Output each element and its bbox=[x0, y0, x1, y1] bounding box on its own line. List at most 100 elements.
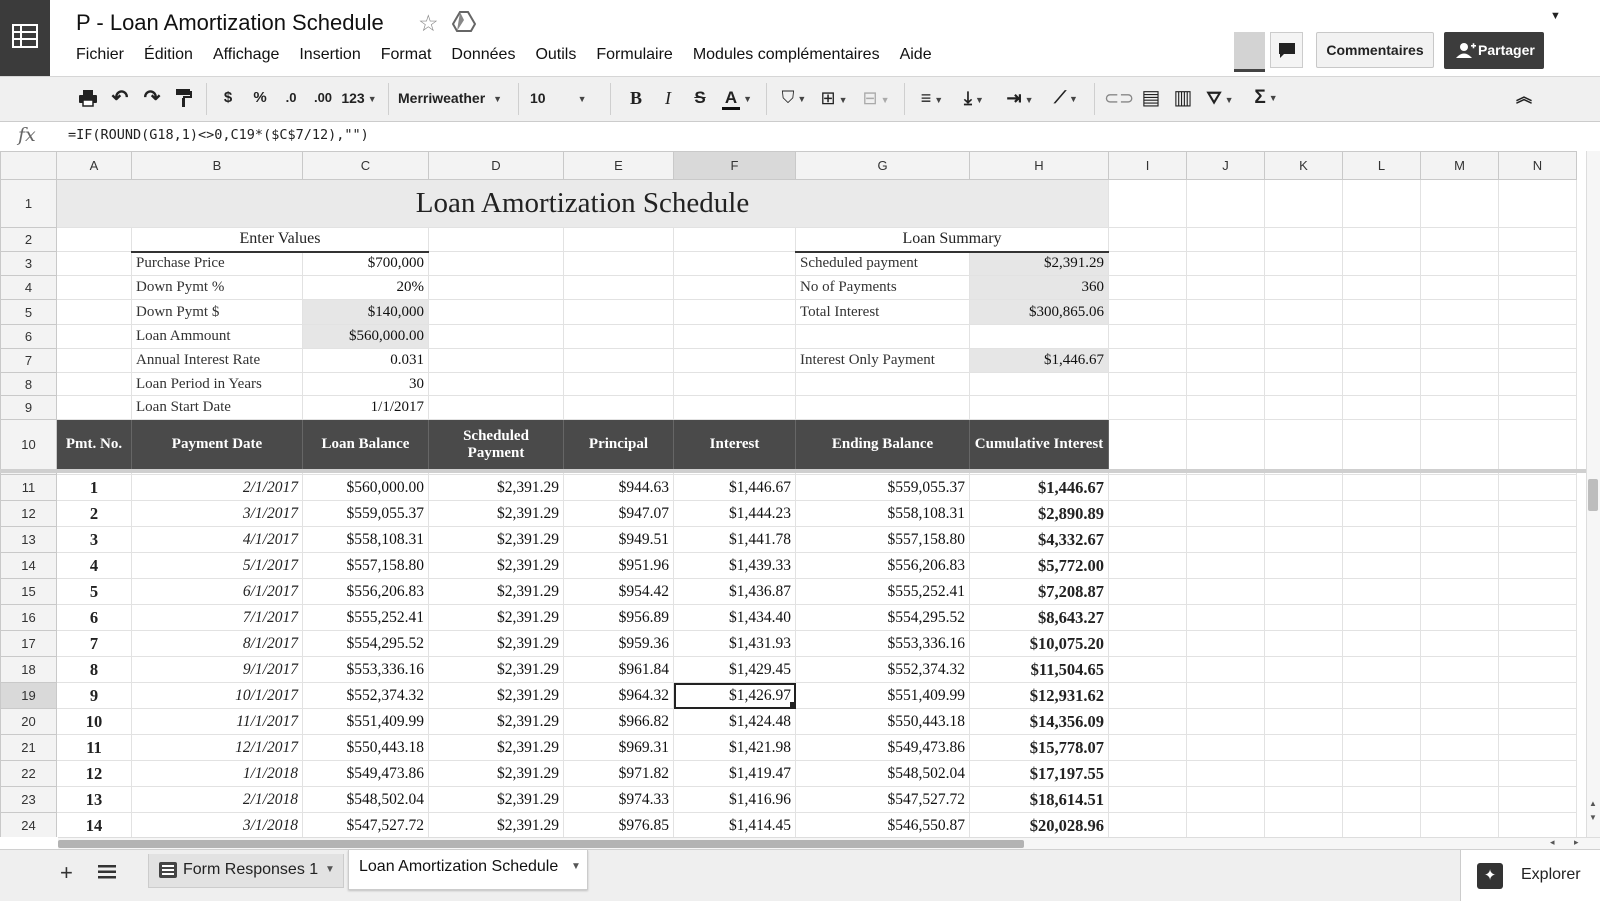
table-cell[interactable]: $547,527.72 bbox=[795, 786, 970, 813]
empty-cell[interactable] bbox=[1498, 786, 1577, 813]
row-header[interactable]: 9 bbox=[0, 395, 57, 420]
empty-cell[interactable] bbox=[1342, 348, 1421, 373]
empty-cell[interactable] bbox=[428, 227, 564, 252]
empty-cell[interactable] bbox=[1342, 251, 1421, 276]
empty-cell[interactable] bbox=[1264, 552, 1343, 579]
table-header[interactable]: Principal bbox=[563, 419, 674, 470]
menu-help[interactable]: Aide bbox=[890, 46, 942, 64]
empty-cell[interactable] bbox=[1186, 552, 1265, 579]
italic-button[interactable]: I bbox=[658, 85, 678, 111]
empty-cell[interactable] bbox=[1498, 604, 1577, 631]
empty-cell[interactable] bbox=[1342, 604, 1421, 631]
table-cell[interactable]: $557,158.80 bbox=[302, 552, 429, 579]
empty-cell[interactable] bbox=[1342, 227, 1421, 252]
empty-cell[interactable] bbox=[1498, 630, 1577, 657]
row-header[interactable]: 10 bbox=[0, 419, 57, 470]
empty-cell[interactable] bbox=[1342, 630, 1421, 657]
table-cell[interactable]: 11 bbox=[56, 734, 132, 761]
empty-cell[interactable] bbox=[1186, 708, 1265, 735]
empty-cell[interactable] bbox=[1186, 372, 1265, 396]
empty-cell[interactable] bbox=[428, 299, 564, 325]
empty-cell[interactable] bbox=[1342, 552, 1421, 579]
increase-decimal-button[interactable]: .00 bbox=[310, 85, 336, 111]
empty-cell[interactable] bbox=[1498, 474, 1577, 501]
vertical-scroll-thumb[interactable] bbox=[1588, 479, 1598, 511]
empty-cell[interactable] bbox=[56, 348, 132, 373]
table-cell[interactable]: $956.89 bbox=[563, 604, 674, 631]
empty-cell[interactable] bbox=[56, 299, 132, 325]
table-cell[interactable]: 10 bbox=[56, 708, 132, 735]
table-cell[interactable]: $954.42 bbox=[563, 578, 674, 605]
row-header[interactable]: 5 bbox=[0, 299, 57, 325]
table-cell[interactable]: $2,391.29 bbox=[428, 500, 564, 527]
input-value[interactable]: 20% bbox=[302, 275, 429, 300]
row-header[interactable]: 7 bbox=[0, 348, 57, 373]
table-header[interactable]: Cumulative Interest bbox=[969, 419, 1109, 470]
table-cell[interactable]: $549,473.86 bbox=[795, 734, 970, 761]
empty-cell[interactable] bbox=[1264, 275, 1343, 300]
empty-cell[interactable] bbox=[1498, 812, 1577, 837]
table-cell[interactable]: $2,391.29 bbox=[428, 812, 564, 837]
collaborator-swatch[interactable] bbox=[1234, 32, 1265, 72]
empty-cell[interactable] bbox=[1108, 179, 1187, 228]
table-cell[interactable]: $1,429.45 bbox=[673, 656, 796, 683]
empty-cell[interactable] bbox=[673, 251, 796, 276]
table-cell[interactable]: $1,414.45 bbox=[673, 812, 796, 837]
summary-value[interactable]: $300,865.06 bbox=[969, 299, 1109, 325]
empty-cell[interactable] bbox=[673, 395, 796, 420]
row-header[interactable]: 8 bbox=[0, 372, 57, 396]
empty-cell[interactable] bbox=[1342, 786, 1421, 813]
summary-label[interactable] bbox=[795, 324, 970, 349]
menu-tools[interactable]: Outils bbox=[525, 46, 586, 64]
table-cell[interactable]: $969.31 bbox=[563, 734, 674, 761]
table-cell[interactable]: $553,336.16 bbox=[795, 630, 970, 657]
empty-cell[interactable] bbox=[1342, 760, 1421, 787]
font-family-select[interactable]: Merriweather ▼ bbox=[398, 85, 508, 111]
row-header[interactable]: 19 bbox=[0, 682, 57, 709]
empty-cell[interactable] bbox=[1186, 275, 1265, 300]
currency-format-button[interactable]: $ bbox=[218, 85, 238, 111]
row-header[interactable]: 21 bbox=[0, 734, 57, 761]
table-cell[interactable]: $14,356.09 bbox=[969, 708, 1109, 735]
comment-icon[interactable]: ▤ bbox=[1138, 85, 1164, 111]
empty-cell[interactable] bbox=[563, 324, 674, 349]
sheet-title[interactable]: Loan Amortization Schedule bbox=[56, 179, 1109, 228]
table-cell[interactable]: $1,439.33 bbox=[673, 552, 796, 579]
caret-down-icon[interactable]: ▼ bbox=[325, 854, 335, 886]
empty-cell[interactable] bbox=[1108, 812, 1187, 837]
table-cell[interactable]: 5 bbox=[56, 578, 132, 605]
empty-cell[interactable] bbox=[1420, 682, 1499, 709]
empty-cell[interactable] bbox=[1186, 474, 1265, 501]
table-cell[interactable]: $2,391.29 bbox=[428, 682, 564, 709]
empty-cell[interactable] bbox=[1420, 227, 1499, 252]
table-cell[interactable]: $554,295.52 bbox=[795, 604, 970, 631]
empty-cell[interactable] bbox=[1108, 786, 1187, 813]
empty-cell[interactable] bbox=[1342, 734, 1421, 761]
empty-cell[interactable] bbox=[1108, 656, 1187, 683]
print-icon[interactable] bbox=[76, 85, 100, 111]
table-cell[interactable]: 9 bbox=[56, 682, 132, 709]
decrease-decimal-button[interactable]: .0 bbox=[280, 85, 302, 111]
empty-cell[interactable] bbox=[1108, 578, 1187, 605]
table-cell[interactable]: $2,391.29 bbox=[428, 604, 564, 631]
table-cell[interactable]: 4/1/2017 bbox=[131, 526, 303, 553]
column-header-d[interactable]: D bbox=[428, 151, 564, 180]
empty-cell[interactable] bbox=[1108, 682, 1187, 709]
summary-value[interactable]: 360 bbox=[969, 275, 1109, 300]
empty-cell[interactable] bbox=[1420, 251, 1499, 276]
menu-form[interactable]: Formulaire bbox=[586, 46, 682, 64]
empty-cell[interactable] bbox=[1264, 299, 1343, 325]
table-cell[interactable]: $558,108.31 bbox=[795, 500, 970, 527]
empty-cell[interactable] bbox=[1420, 474, 1499, 501]
empty-cell[interactable] bbox=[1342, 419, 1421, 470]
redo-icon[interactable]: ↷ bbox=[140, 85, 164, 111]
menu-view[interactable]: Affichage bbox=[203, 46, 289, 64]
empty-cell[interactable] bbox=[1108, 734, 1187, 761]
empty-cell[interactable] bbox=[1342, 500, 1421, 527]
table-cell[interactable]: 8/1/2017 bbox=[131, 630, 303, 657]
summary-label[interactable]: Total Interest bbox=[795, 299, 970, 325]
document-title[interactable]: P - Loan Amortization Schedule bbox=[76, 10, 384, 36]
empty-cell[interactable] bbox=[56, 227, 132, 252]
empty-cell[interactable] bbox=[1264, 419, 1343, 470]
empty-cell[interactable] bbox=[795, 395, 970, 420]
